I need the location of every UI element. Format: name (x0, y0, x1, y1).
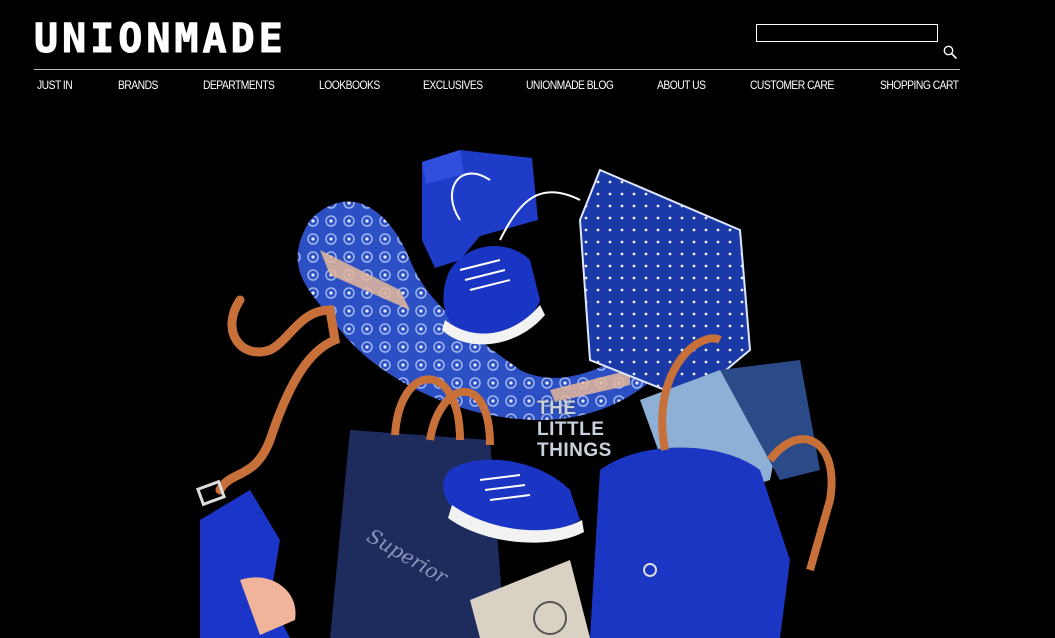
nav-lookbooks[interactable]: LOOKBOOKS (319, 76, 380, 94)
hero-banner[interactable]: Superior THE LITTLE THINGS (160, 140, 860, 638)
nav-about-us[interactable]: ABOUT US (657, 76, 706, 94)
search-input[interactable] (756, 24, 938, 42)
leather-belt-left (196, 295, 341, 507)
nav-customer-care[interactable]: CUSTOMER CARE (750, 76, 834, 94)
blue-sock-bottom (200, 490, 296, 638)
search-button[interactable] (942, 44, 958, 60)
unionmade-logo[interactable]: UNIONMADE (34, 18, 288, 60)
header-divider (34, 69, 960, 70)
nav-unionmade-blog[interactable]: UNIONMADE BLOG (526, 76, 614, 94)
nav-just-in[interactable]: JUST IN (37, 76, 73, 94)
nav-departments[interactable]: DEPARTMENTS (203, 76, 275, 94)
search-icon (943, 45, 957, 59)
hero-title: THE LITTLE THINGS (537, 398, 612, 461)
main-nav: JUST IN BRANDS DEPARTMENTS LOOKBOOKS EXC… (0, 76, 1055, 94)
nav-brands[interactable]: BRANDS (118, 76, 158, 94)
pocket-square (578, 168, 752, 402)
logo-text: UNIONMADE (34, 16, 287, 62)
nav-exclusives[interactable]: EXCLUSIVES (423, 76, 483, 94)
hero-product-collage-image: Superior (196, 150, 836, 638)
nav-shopping-cart[interactable]: SHOPPING CART (880, 76, 959, 94)
